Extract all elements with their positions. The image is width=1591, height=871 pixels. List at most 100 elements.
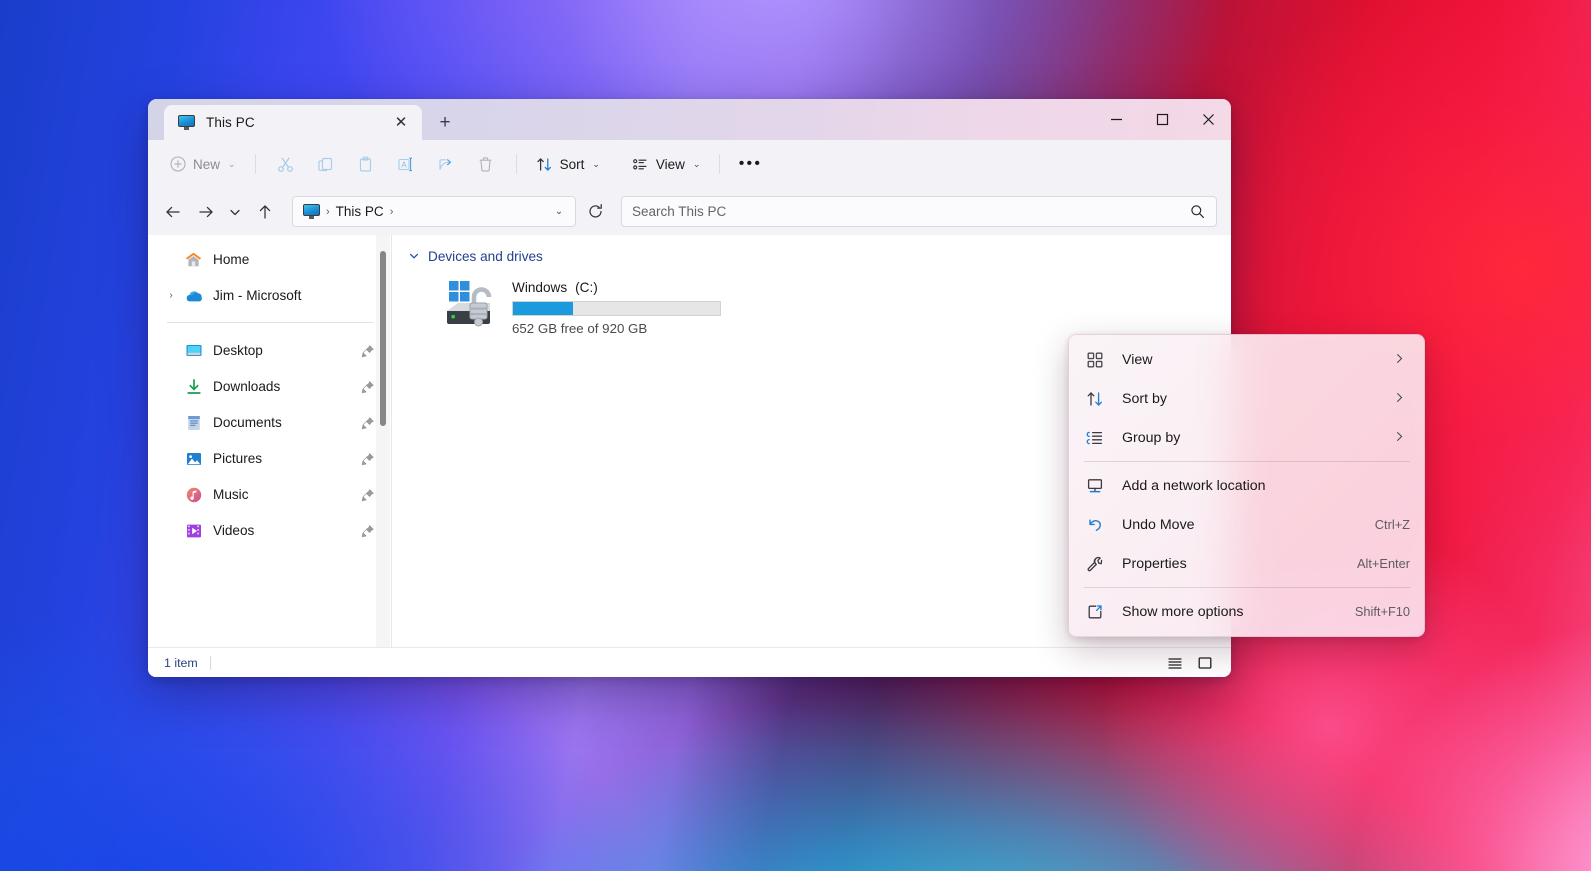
new-tab-button[interactable]: +: [428, 105, 462, 139]
context-menu-item-add-a-network-location[interactable]: Add a network location: [1073, 466, 1420, 505]
breadcrumb-separator: ›: [326, 205, 330, 218]
home-icon: [183, 250, 204, 270]
chevron-down-icon: ⌄: [692, 158, 701, 169]
view-list-icon: [632, 156, 649, 173]
cut-button[interactable]: [266, 148, 306, 180]
recent-locations-button[interactable]: [222, 196, 248, 228]
new-button-label: New: [193, 156, 221, 172]
onedrive-cloud-icon: [183, 286, 204, 306]
address-dropdown-icon[interactable]: ⌄: [546, 198, 572, 225]
drive-free-space-label: 652 GB free of 920 GB: [512, 321, 648, 336]
search-icon[interactable]: [1188, 204, 1206, 219]
scissors-icon: [277, 156, 294, 173]
close-window-button[interactable]: [1185, 99, 1231, 140]
maximize-button[interactable]: [1139, 99, 1185, 140]
view-button[interactable]: View ⌄: [623, 148, 710, 180]
sidebar-item-music[interactable]: Music: [156, 478, 385, 511]
sidebar-scrollbar-thumb[interactable]: [380, 251, 386, 426]
pin-icon[interactable]: [361, 524, 375, 538]
chevron-right-icon: [1393, 352, 1410, 367]
sidebar-scrollbar[interactable]: [376, 235, 390, 647]
pin-icon[interactable]: [361, 380, 375, 394]
context-menu-item-label: Show more options: [1122, 603, 1244, 620]
plus-circle-icon: [169, 156, 186, 173]
drive-item-windows-c[interactable]: Windows (C:) 652 GB free of 920 GB: [444, 277, 1231, 336]
pin-icon[interactable]: [361, 344, 375, 358]
refresh-button[interactable]: [578, 196, 612, 227]
chevron-down-icon: ⌄: [228, 158, 236, 169]
context-menu-item-undo-move[interactable]: Undo Move Ctrl+Z: [1073, 505, 1420, 544]
show-more-options-icon: [1085, 602, 1105, 622]
sidebar-item-desktop[interactable]: Desktop: [156, 334, 385, 367]
context-menu-item-shortcut: Ctrl+Z: [1374, 517, 1410, 532]
ellipsis-icon: •••: [738, 155, 763, 172]
copy-button[interactable]: [306, 148, 346, 180]
context-menu-item-show-more-options[interactable]: Show more options Shift+F10: [1073, 592, 1420, 631]
context-menu-divider-2: [1084, 587, 1410, 588]
context-menu-item-group-by[interactable]: Group by: [1073, 418, 1420, 457]
details-view-button[interactable]: [1161, 651, 1189, 675]
sidebar-item-downloads[interactable]: Downloads: [156, 370, 385, 403]
breadcrumb-this-pc[interactable]: This PC: [336, 204, 384, 219]
title-bar: This PC ✕ +: [148, 99, 1231, 140]
group-header-devices-and-drives[interactable]: Devices and drives: [408, 244, 1231, 268]
sort-icon: [1085, 389, 1105, 409]
pin-icon[interactable]: [361, 488, 375, 502]
item-count-label: 1 item: [164, 655, 198, 670]
rename-button[interactable]: A: [386, 148, 426, 180]
large-icons-view-button[interactable]: [1191, 651, 1219, 675]
minimize-button[interactable]: [1093, 99, 1139, 140]
search-box[interactable]: [621, 196, 1217, 227]
drive-usage-bar: [512, 301, 721, 316]
pin-icon[interactable]: [361, 452, 375, 466]
copy-icon: [317, 156, 334, 173]
chevron-down-icon[interactable]: [408, 250, 420, 262]
up-button[interactable]: [248, 196, 281, 228]
rename-icon: A: [397, 156, 414, 173]
documents-icon: [183, 413, 204, 433]
search-input[interactable]: [632, 204, 1188, 219]
chevron-right-icon[interactable]: ›: [159, 284, 183, 308]
svg-text:A: A: [401, 160, 407, 169]
context-menu-item-label: Group by: [1122, 429, 1181, 446]
context-menu-item-label: Undo Move: [1122, 516, 1195, 533]
forward-button[interactable]: [189, 196, 222, 228]
paste-button[interactable]: [346, 148, 386, 180]
command-bar: New ⌄ A Sort ⌄ View ⌄ •••: [148, 140, 1231, 188]
new-button[interactable]: New ⌄: [160, 148, 245, 180]
context-menu-item-properties[interactable]: Properties Alt+Enter: [1073, 544, 1420, 583]
view-button-label: View: [655, 156, 685, 172]
sidebar-item-home[interactable]: Home: [156, 243, 385, 276]
context-menu: View Sort by Group by Add a network loca…: [1068, 334, 1425, 637]
pin-icon[interactable]: [361, 416, 375, 430]
context-menu-item-view[interactable]: View: [1073, 340, 1420, 379]
status-divider: [209, 655, 211, 670]
sidebar-divider: [167, 322, 373, 323]
see-more-button[interactable]: •••: [730, 148, 770, 180]
tab-this-pc[interactable]: This PC ✕: [164, 105, 422, 140]
toolbar-divider: [254, 154, 256, 174]
sidebar-item-label: Jim - Microsoft: [213, 288, 302, 303]
sidebar-item-pictures[interactable]: Pictures: [156, 442, 385, 475]
close-tab-icon[interactable]: ✕: [388, 110, 414, 136]
sidebar-item-onedrive[interactable]: › Jim - Microsoft: [156, 279, 385, 312]
status-bar: 1 item: [148, 647, 1231, 677]
address-bar[interactable]: › This PC › ⌄: [292, 196, 576, 227]
grid-view-icon: [1085, 350, 1105, 370]
back-button[interactable]: [156, 196, 189, 228]
sort-button[interactable]: Sort ⌄: [527, 148, 609, 180]
group-by-icon: [1085, 428, 1105, 448]
videos-icon: [183, 521, 204, 541]
context-menu-item-label: Add a network location: [1122, 477, 1266, 494]
tab-label: This PC: [206, 115, 255, 130]
toolbar-divider-3: [719, 154, 721, 174]
share-button[interactable]: [426, 148, 466, 180]
chevron-right-icon: [1393, 430, 1410, 445]
sidebar-item-videos[interactable]: Videos: [156, 514, 385, 547]
chevron-down-icon: ⌄: [592, 158, 600, 169]
delete-button[interactable]: [466, 148, 506, 180]
context-menu-item-sort-by[interactable]: Sort by: [1073, 379, 1420, 418]
share-icon: [437, 156, 454, 173]
sidebar-item-label: Home: [213, 252, 250, 267]
sidebar-item-documents[interactable]: Documents: [156, 406, 385, 439]
